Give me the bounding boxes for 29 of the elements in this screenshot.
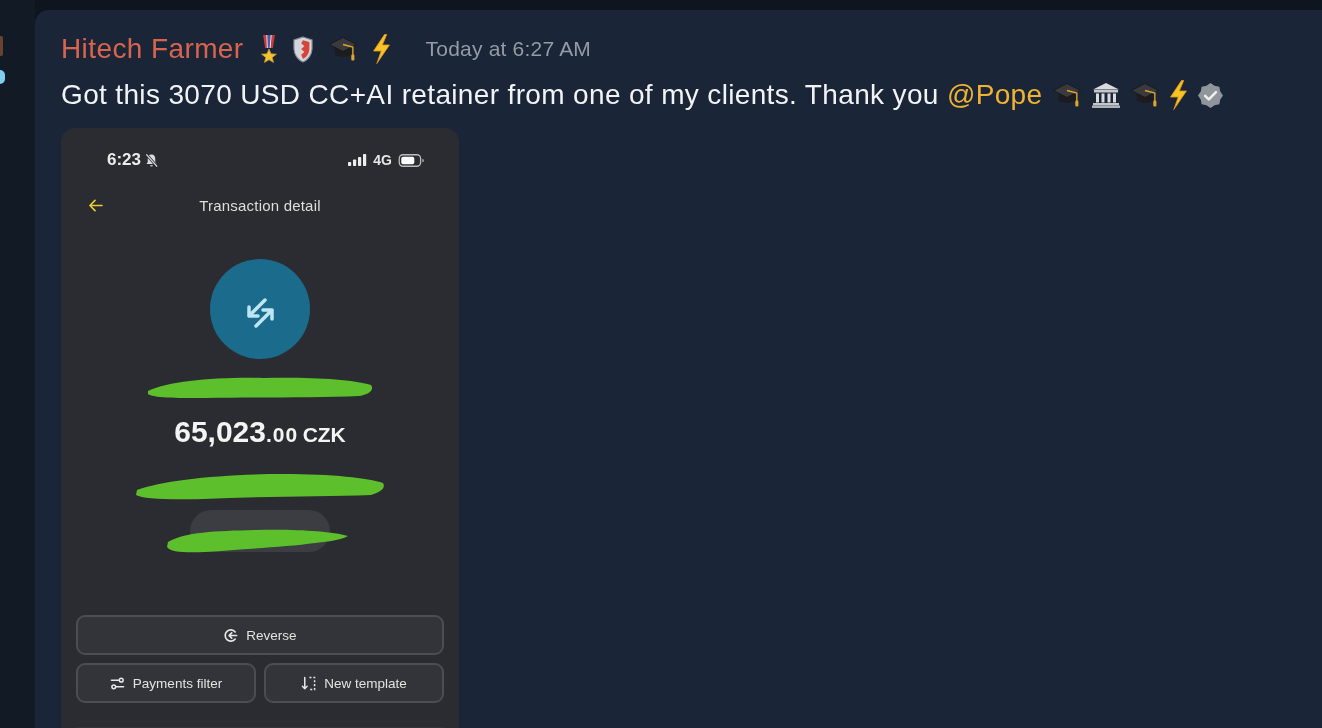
avatar-edge — [0, 36, 3, 56]
dashed-frame-arrow-icon — [301, 675, 317, 691]
author-name[interactable]: Hitech Farmer — [61, 32, 244, 66]
graduation-cap-icon — [1131, 83, 1160, 107]
graduation-cap-icon — [328, 37, 357, 61]
back-arrow-icon[interactable] — [88, 198, 103, 212]
graduation-cap-icon — [1053, 83, 1082, 107]
reverse-button[interactable]: Reverse — [76, 615, 444, 655]
mention-link[interactable]: @Pope — [946, 79, 1043, 110]
bell-slash-icon — [144, 152, 160, 168]
signal-icon — [348, 154, 368, 166]
amount-text: 65,023.00 CZK — [174, 415, 346, 450]
building-icon — [1092, 82, 1121, 108]
lightning-icon — [372, 34, 390, 64]
transfer-arrows-icon — [210, 259, 310, 359]
message-text: Got this 3070 USD CC+AI retainer from one of my clients. Thank you @Pope — [61, 78, 1043, 112]
status-time: 6:23 — [107, 150, 142, 170]
new-template-button[interactable]: New template — [264, 663, 444, 703]
sliders-icon — [109, 675, 125, 691]
verified-badge-icon — [1198, 82, 1224, 108]
arrow-in-arc-icon — [223, 627, 239, 643]
payments-filter-button[interactable]: Payments filter — [76, 663, 256, 703]
battery-icon — [398, 153, 425, 167]
medal-icon — [260, 35, 277, 63]
lightning-icon — [1170, 80, 1188, 110]
screen-title: Transaction detail — [199, 196, 321, 214]
shield-icon — [292, 35, 313, 63]
network-label: 4G — [373, 152, 392, 168]
timestamp: Today at 6:27 AM — [425, 37, 592, 61]
